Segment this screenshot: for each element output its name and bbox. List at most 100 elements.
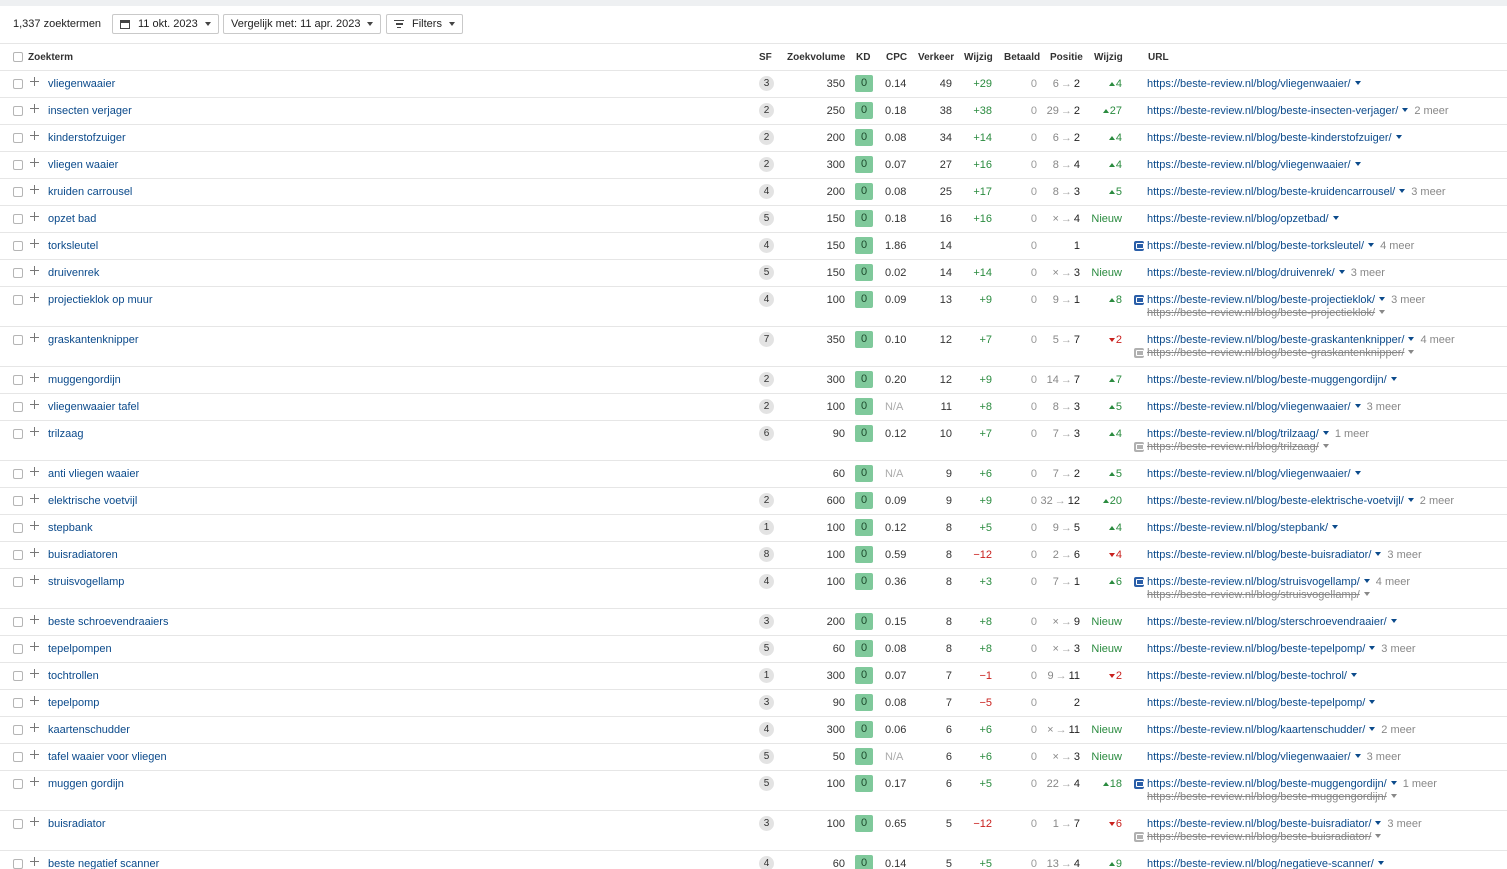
chevron-down-icon[interactable] (1350, 673, 1357, 677)
previous-url-link[interactable]: https://beste-review.nl/blog/beste-buisr… (1147, 831, 1371, 843)
row-checkbox[interactable] (13, 523, 23, 533)
chevron-down-icon[interactable] (1408, 350, 1415, 354)
serp-features-badge[interactable]: 4 (759, 238, 774, 253)
keyword-link[interactable]: kinderstofzuiger (48, 132, 126, 145)
more-urls-link[interactable]: 3 meer (1367, 401, 1401, 413)
chevron-down-icon[interactable] (1390, 377, 1397, 381)
chevron-down-icon[interactable] (1408, 337, 1415, 341)
keyword-link[interactable]: kruiden carrousel (48, 186, 132, 199)
keyword-link[interactable]: graskantenknipper (48, 334, 139, 347)
row-checkbox[interactable] (13, 133, 23, 143)
more-urls-link[interactable]: 3 meer (1391, 294, 1425, 306)
plus-icon[interactable] (30, 212, 39, 221)
plus-icon[interactable] (30, 293, 39, 302)
previous-url-link[interactable]: https://beste-review.nl/blog/beste-proje… (1147, 307, 1375, 319)
chevron-down-icon[interactable] (1354, 754, 1361, 758)
serp-features-badge[interactable]: 3 (759, 695, 774, 710)
row-checkbox[interactable] (13, 550, 23, 560)
row-checkbox[interactable] (13, 241, 23, 251)
keyword-link[interactable]: insecten verjager (48, 105, 132, 118)
url-link[interactable]: https://beste-review.nl/blog/trilzaag/ (1147, 428, 1319, 440)
url-link[interactable]: https://beste-review.nl/blog/vliegenwaai… (1147, 468, 1351, 480)
url-link[interactable]: https://beste-review.nl/blog/stepbank/ (1147, 522, 1328, 534)
row-checkbox[interactable] (13, 859, 23, 869)
keyword-link[interactable]: muggengordijn (48, 374, 121, 387)
row-checkbox[interactable] (13, 187, 23, 197)
more-urls-link[interactable]: 3 meer (1367, 751, 1401, 763)
plus-icon[interactable] (30, 750, 39, 759)
plus-icon[interactable] (30, 548, 39, 557)
serp-features-badge[interactable]: 2 (759, 130, 774, 145)
url-link[interactable]: https://beste-review.nl/blog/beste-torks… (1147, 240, 1364, 252)
url-link[interactable]: https://beste-review.nl/blog/kaartenschu… (1147, 724, 1365, 736)
plus-icon[interactable] (30, 669, 39, 678)
keyword-link[interactable]: tafel waaier voor vliegen (48, 751, 167, 764)
serp-features-badge[interactable]: 4 (759, 574, 774, 589)
col-url[interactable]: URL (1148, 52, 1169, 63)
row-checkbox[interactable] (13, 335, 23, 345)
url-link[interactable]: https://beste-review.nl/blog/beste-kruid… (1147, 186, 1395, 198)
compare-date-button[interactable]: Vergelijk met: 11 apr. 2023 (223, 14, 382, 34)
col-position[interactable]: Positie (1050, 52, 1083, 63)
chevron-down-icon[interactable] (1363, 579, 1370, 583)
row-checkbox[interactable] (13, 698, 23, 708)
keyword-link[interactable]: torksleutel (48, 240, 98, 253)
serp-features-badge[interactable]: 2 (759, 372, 774, 387)
row-checkbox[interactable] (13, 402, 23, 412)
serp-features-badge[interactable]: 3 (759, 76, 774, 91)
chevron-down-icon[interactable] (1332, 525, 1338, 529)
url-link[interactable]: https://beste-review.nl/blog/beste-kinde… (1147, 132, 1392, 144)
more-urls-link[interactable]: 2 meer (1420, 495, 1454, 507)
plus-icon[interactable] (30, 494, 39, 503)
plus-icon[interactable] (30, 467, 39, 476)
more-urls-link[interactable]: 3 meer (1411, 186, 1445, 198)
plus-icon[interactable] (30, 521, 39, 530)
col-sf[interactable]: SF (759, 52, 772, 63)
url-link[interactable]: https://beste-review.nl/blog/vliegenwaai… (1147, 159, 1351, 171)
chevron-down-icon[interactable] (1375, 821, 1382, 825)
row-checkbox[interactable] (13, 725, 23, 735)
keyword-link[interactable]: elektrische voetvijl (48, 495, 137, 508)
more-urls-link[interactable]: 3 meer (1351, 267, 1385, 279)
chevron-down-icon[interactable] (1354, 471, 1361, 475)
chevron-down-icon[interactable] (1338, 270, 1345, 274)
chevron-down-icon[interactable] (1379, 310, 1386, 314)
serp-features-badge[interactable]: 5 (759, 749, 774, 764)
previous-url-link[interactable]: https://beste-review.nl/blog/trilzaag/ (1147, 441, 1319, 453)
more-urls-link[interactable]: 4 meer (1376, 576, 1410, 588)
serp-features-badge[interactable]: 5 (759, 265, 774, 280)
plus-icon[interactable] (30, 575, 39, 584)
more-urls-link[interactable]: 2 meer (1414, 105, 1448, 117)
row-checkbox[interactable] (13, 106, 23, 116)
url-link[interactable]: https://beste-review.nl/blog/struisvogel… (1147, 576, 1360, 588)
plus-icon[interactable] (30, 400, 39, 409)
col-cpc[interactable]: CPC (886, 52, 907, 63)
keyword-link[interactable]: projectieklok op muur (48, 294, 153, 307)
serp-features-badge[interactable]: 1 (759, 668, 774, 683)
chevron-down-icon[interactable] (1332, 216, 1339, 220)
row-checkbox[interactable] (13, 617, 23, 627)
plus-icon[interactable] (30, 333, 39, 342)
url-link[interactable]: https://beste-review.nl/blog/beste-mugge… (1147, 778, 1387, 790)
chevron-down-icon[interactable] (1399, 189, 1406, 193)
keyword-link[interactable]: opzet bad (48, 213, 96, 226)
chevron-down-icon[interactable] (1402, 108, 1409, 112)
filters-button[interactable]: Filters (386, 14, 463, 34)
row-checkbox[interactable] (13, 779, 23, 789)
serp-features-badge[interactable]: 6 (759, 426, 774, 441)
plus-icon[interactable] (30, 158, 39, 167)
url-link[interactable]: https://beste-review.nl/blog/beste-insec… (1147, 105, 1398, 117)
plus-icon[interactable] (30, 696, 39, 705)
serp-features-badge[interactable]: 2 (759, 399, 774, 414)
url-link[interactable]: https://beste-review.nl/blog/beste-tochr… (1147, 670, 1347, 682)
previous-url-link[interactable]: https://beste-review.nl/blog/beste-mugge… (1147, 791, 1387, 803)
serp-features-badge[interactable]: 7 (759, 332, 774, 347)
serp-features-badge[interactable]: 4 (759, 722, 774, 737)
more-urls-link[interactable]: 3 meer (1381, 643, 1415, 655)
url-link[interactable]: https://beste-review.nl/blog/beste-mugge… (1147, 374, 1387, 386)
serp-features-badge[interactable]: 5 (759, 641, 774, 656)
more-urls-link[interactable]: 2 meer (1381, 724, 1415, 736)
date-picker-button[interactable]: 11 okt. 2023 (112, 14, 219, 34)
keyword-link[interactable]: buisradiator (48, 818, 105, 831)
keyword-link[interactable]: kaartenschudder (48, 724, 130, 737)
